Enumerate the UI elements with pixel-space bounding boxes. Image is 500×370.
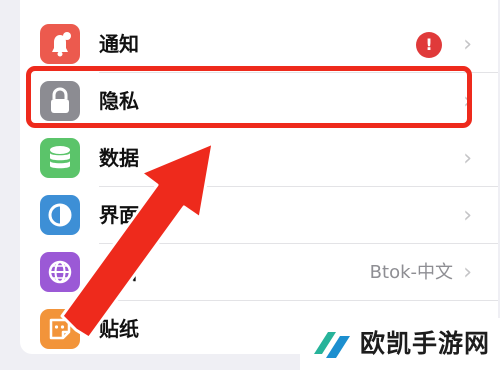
chevron-right-icon: › (463, 89, 472, 114)
interface-theme-icon (40, 195, 80, 235)
settings-row-label: 语言 (99, 260, 139, 284)
settings-row-label: 通知 (99, 32, 139, 56)
alert-badge: ! (416, 32, 442, 58)
notification-bell-icon (40, 24, 80, 64)
settings-row-data[interactable]: 数据 › (20, 130, 498, 187)
settings-row-privacy[interactable]: 隐私 › (20, 73, 498, 130)
settings-row-label: 数据 (99, 146, 139, 170)
settings-row-language[interactable]: 语言 Btok-中文 › (20, 244, 498, 301)
watermark: 欧凯手游网 (300, 318, 500, 370)
chevron-right-icon: › (463, 32, 472, 57)
settings-row-label: 贴纸 (99, 317, 139, 341)
privacy-lock-icon (40, 81, 80, 121)
chevron-right-icon: › (463, 260, 472, 285)
watermark-logo-icon (314, 332, 350, 358)
settings-row-value: Btok-中文 (369, 262, 453, 283)
chevron-right-icon: › (463, 203, 472, 228)
settings-row-label: 隐私 (99, 89, 139, 113)
settings-row-interface[interactable]: 界面 › (20, 187, 498, 244)
chevron-right-icon: › (463, 146, 472, 171)
data-database-icon (40, 138, 80, 178)
settings-screen: 通知 ! › 隐私 › 数据 › 界面 › 语言 Btok-中文 › 贴纸 欧凯… (0, 0, 500, 370)
settings-row-label: 界面 (99, 203, 139, 227)
watermark-text: 欧凯手游网 (360, 329, 491, 358)
settings-row-notifications[interactable]: 通知 ! › (20, 16, 498, 73)
language-globe-icon (40, 252, 80, 292)
sticker-icon (40, 309, 80, 349)
